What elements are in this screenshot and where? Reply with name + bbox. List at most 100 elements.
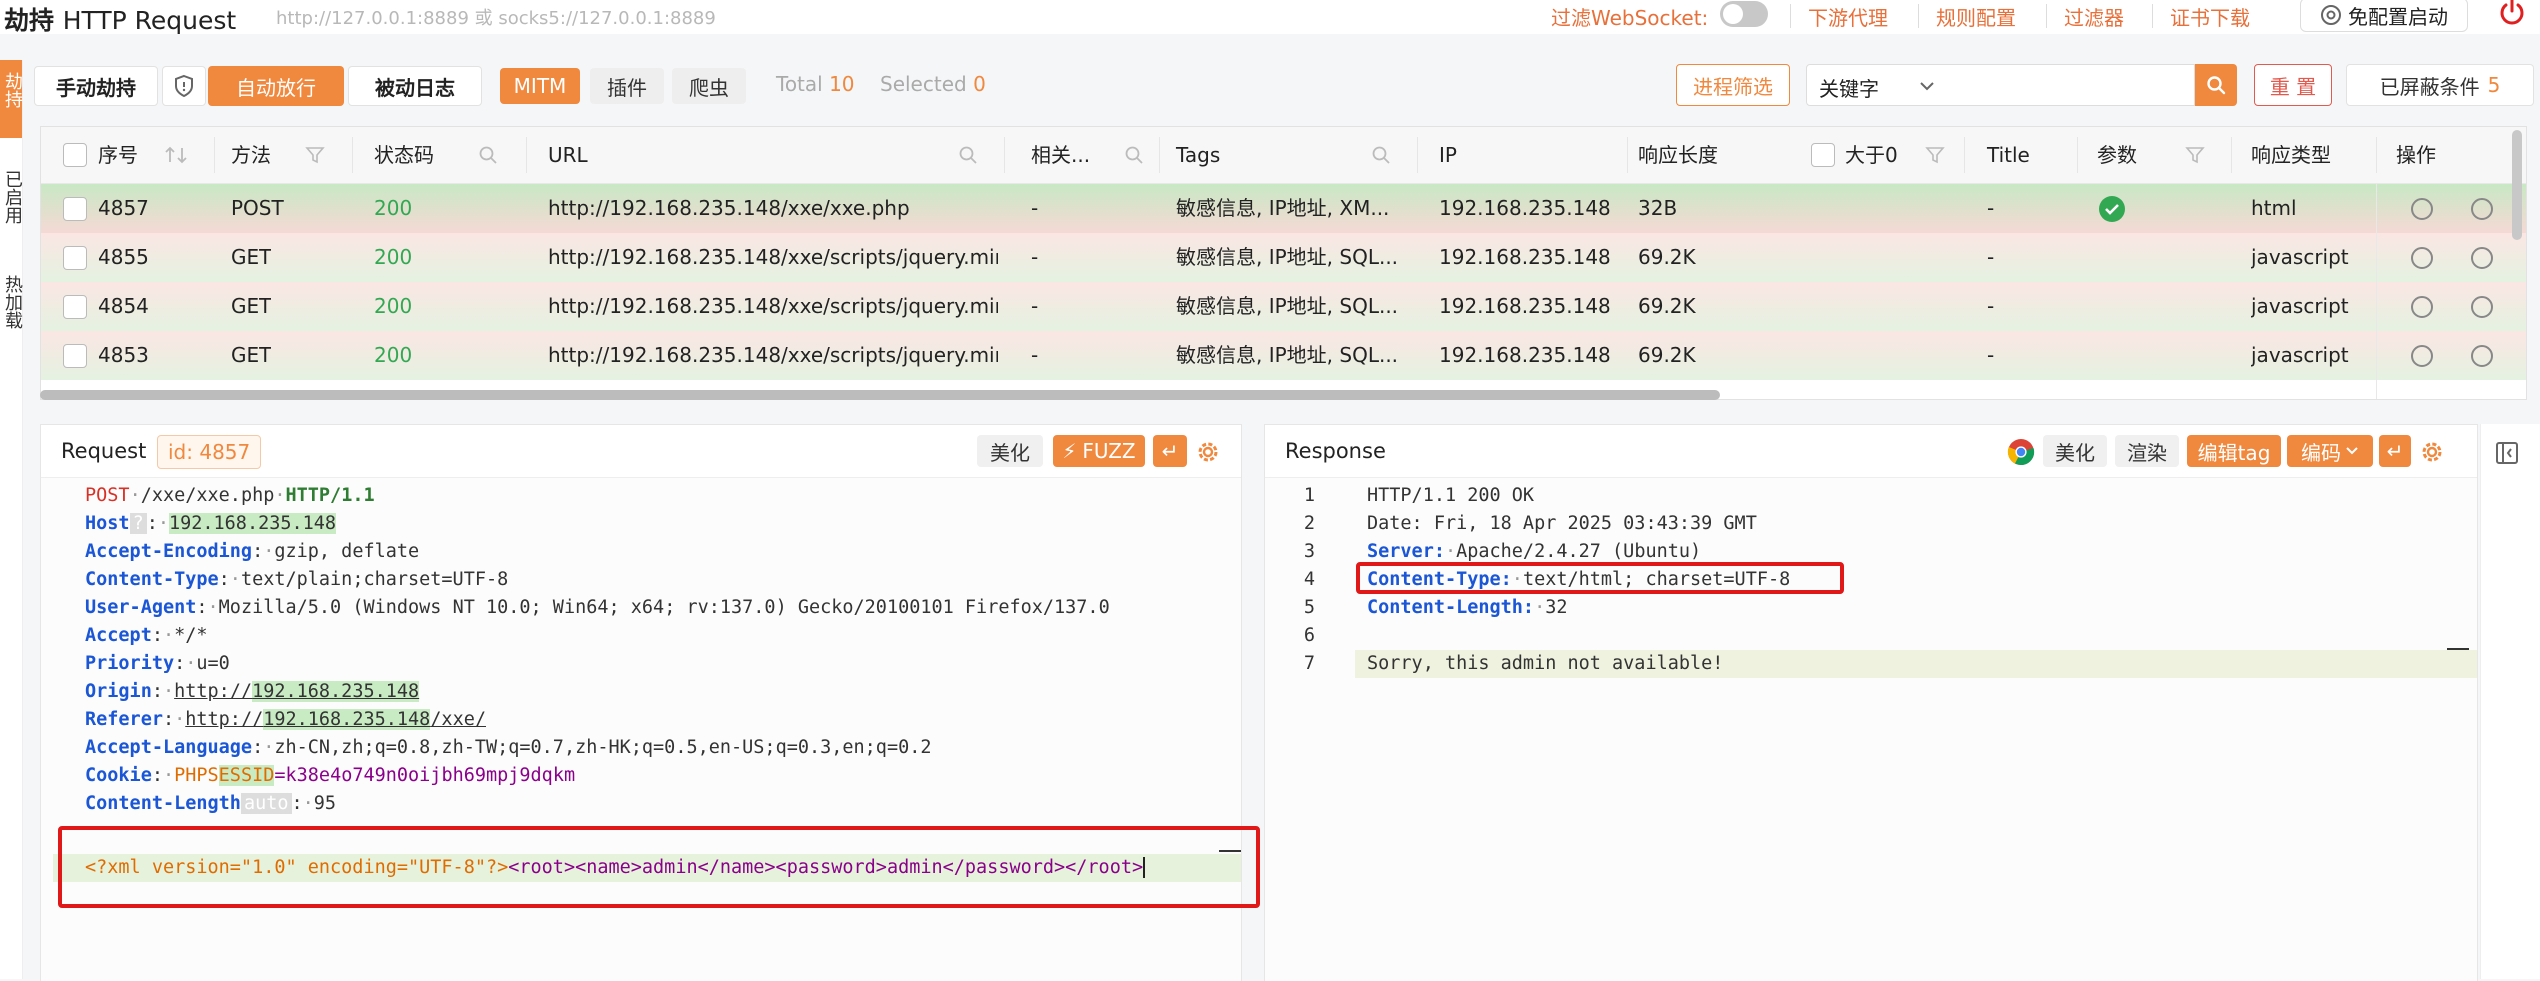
free-config-button[interactable]: 免配置启动 xyxy=(2300,0,2468,32)
wrap-icon[interactable]: ↵ xyxy=(1153,435,1187,467)
cell-tags: 敏感信息, IP地址, XM... xyxy=(1176,196,1390,220)
auto-release-button[interactable]: 自动放行 xyxy=(208,66,344,106)
keyword-select[interactable]: 关键字 xyxy=(1806,64,1946,106)
selected-value: 0 xyxy=(973,72,986,96)
shield-button[interactable] xyxy=(162,66,206,106)
arrow-right-circle-icon[interactable] xyxy=(2471,247,2493,269)
filter-icon[interactable] xyxy=(2185,145,2205,165)
resp-date-line: Date: Fri, 18 Apr 2025 03:43:39 GMT xyxy=(1367,513,1757,534)
response-editor[interactable]: 1 2 3 4 5 6 7 HTTP/1.1 200 OK Date: Fri,… xyxy=(1265,477,2477,981)
gt0-checkbox[interactable] xyxy=(1811,143,1835,167)
rule-config-link[interactable]: 规则配置 xyxy=(1936,2,2016,31)
filter-icon[interactable] xyxy=(305,145,325,165)
search-icon[interactable] xyxy=(1371,145,1391,165)
mitm-tag[interactable]: MITM xyxy=(500,68,580,104)
divider xyxy=(1790,4,1791,28)
rail-tab-hot-reload[interactable]: 热加载 xyxy=(0,275,23,329)
row-checkbox[interactable] xyxy=(63,197,87,221)
search-icon[interactable] xyxy=(958,145,978,165)
reset-button[interactable]: 重 置 xyxy=(2254,64,2332,106)
app-title: 劫持 HTTP Request xyxy=(4,1,236,37)
downstream-proxy-link[interactable]: 下游代理 xyxy=(1808,2,1888,31)
table-row[interactable]: 4855 GET 200 http://192.168.235.148/xxe/… xyxy=(41,233,2526,282)
blocked-conditions-button[interactable]: 已屏蔽条件 5 xyxy=(2346,64,2534,106)
edit-tag-button[interactable]: 编辑tag xyxy=(2187,435,2281,467)
power-icon[interactable] xyxy=(2496,0,2528,28)
filter-link[interactable]: 过滤器 xyxy=(2064,2,2124,31)
render-button[interactable]: 渲染 xyxy=(2115,435,2179,467)
encode-dropdown[interactable]: 编码 xyxy=(2287,435,2373,467)
passive-log-button[interactable]: 被动日志 xyxy=(348,66,482,106)
chrome-icon[interactable] xyxy=(2411,296,2433,318)
vertical-scrollbar[interactable] xyxy=(2512,130,2522,240)
req-path: /xxe/xxe.php xyxy=(140,485,275,506)
line-number: 1 xyxy=(1303,485,1315,506)
chrome-icon[interactable] xyxy=(2007,438,2035,466)
req-origin-scheme: http:// xyxy=(174,681,253,702)
response-beautify-button[interactable]: 美化 xyxy=(2043,435,2107,467)
divider xyxy=(1918,4,1919,28)
search-icon[interactable] xyxy=(1124,145,1144,165)
table-row[interactable]: 4854 GET 200 http://192.168.235.148/xxe/… xyxy=(41,282,2526,331)
cell-title: - xyxy=(1987,343,1995,367)
req-host-key: Host xyxy=(85,513,130,534)
chrome-icon[interactable] xyxy=(2411,198,2433,220)
cell-method: GET xyxy=(231,245,272,269)
table-row[interactable]: 4857 POST 200 http://192.168.235.148/xxe… xyxy=(41,184,2526,233)
filter-websocket-label: 过滤WebSocket: xyxy=(1551,6,1709,30)
cell-ip: 192.168.235.148 xyxy=(1439,196,1611,220)
rail-tab-enabled[interactable]: 已启用 xyxy=(0,170,23,224)
process-filter-button[interactable]: 进程筛选 xyxy=(1676,64,1790,106)
request-beautify-button[interactable]: 美化 xyxy=(977,435,1043,467)
panel-toggle-icon[interactable] xyxy=(2494,440,2520,466)
resp-server-value: Apache/2.4.27 (Ubuntu) xyxy=(1456,541,1702,562)
gear-icon[interactable] xyxy=(2419,439,2445,465)
cell-title: - xyxy=(1987,294,1995,318)
shield-icon xyxy=(175,74,193,98)
arrow-right-circle-icon[interactable] xyxy=(2471,296,2493,318)
left-rail: 劫持 已启用 热加载 xyxy=(0,60,23,979)
wrap-icon[interactable]: ↵ xyxy=(2379,435,2411,467)
select-all-checkbox[interactable] xyxy=(63,143,87,167)
req-cookie-value: =k38e4o749n0oijbh69mpj9dqkm xyxy=(274,765,576,786)
chrome-icon[interactable] xyxy=(2411,247,2433,269)
arrow-right-circle-icon[interactable] xyxy=(2471,345,2493,367)
websocket-toggle[interactable] xyxy=(1720,1,1768,27)
search-button[interactable] xyxy=(2195,64,2237,106)
arrow-right-circle-icon[interactable] xyxy=(2471,198,2493,220)
search-icon[interactable] xyxy=(478,145,498,165)
ops-column-divider xyxy=(2376,183,2377,399)
cell-tags: 敏感信息, IP地址, SQL... xyxy=(1176,343,1399,367)
manual-hijack-button[interactable]: 手动劫持 xyxy=(34,66,158,106)
line-number: 3 xyxy=(1303,541,1315,562)
req-al-key: Accept-Language xyxy=(85,737,253,758)
req-accept-key: Accept xyxy=(85,625,152,646)
req-ua-value: Mozilla/5.0 (Windows NT 10.0; Win64; x64… xyxy=(218,597,1110,618)
chrome-icon[interactable] xyxy=(2411,345,2433,367)
filter-icon[interactable] xyxy=(1925,145,1945,165)
crawler-tag[interactable]: 爬虫 xyxy=(672,68,746,104)
rail-tab-hijack[interactable]: 劫持 xyxy=(0,72,23,108)
req-accept-value: */* xyxy=(174,625,208,646)
header-related: 相关... xyxy=(1031,143,1091,167)
fuzz-button[interactable]: ⚡ FUZZ xyxy=(1053,435,1145,467)
table-row[interactable]: 4853 GET 200 http://192.168.235.148/xxe/… xyxy=(41,331,2526,380)
req-cl-key: Content-Length xyxy=(85,793,241,814)
cert-download-link[interactable]: 证书下载 xyxy=(2170,2,2250,31)
req-host-hint: ? xyxy=(129,513,147,534)
sort-icon[interactable] xyxy=(163,144,189,166)
header-seq: 序号 xyxy=(98,143,138,167)
plugin-tag[interactable]: 插件 xyxy=(590,68,664,104)
row-checkbox[interactable] xyxy=(63,246,87,270)
row-checkbox[interactable] xyxy=(63,295,87,319)
cell-len: 69.2K xyxy=(1638,245,1696,269)
search-input[interactable] xyxy=(1945,64,2195,106)
gear-icon[interactable] xyxy=(1195,439,1221,465)
req-ua-key: User-Agent xyxy=(85,597,197,618)
req-referer-scheme: http:// xyxy=(185,709,264,730)
row-checkbox[interactable] xyxy=(63,344,87,368)
cell-ip: 192.168.235.148 xyxy=(1439,245,1611,269)
req-cookie-name-b: ESSID xyxy=(218,765,275,786)
horizontal-scrollbar[interactable] xyxy=(40,390,1720,400)
top-bar: 劫持 HTTP Request http://127.0.0.1:8889 或 … xyxy=(0,0,2540,37)
